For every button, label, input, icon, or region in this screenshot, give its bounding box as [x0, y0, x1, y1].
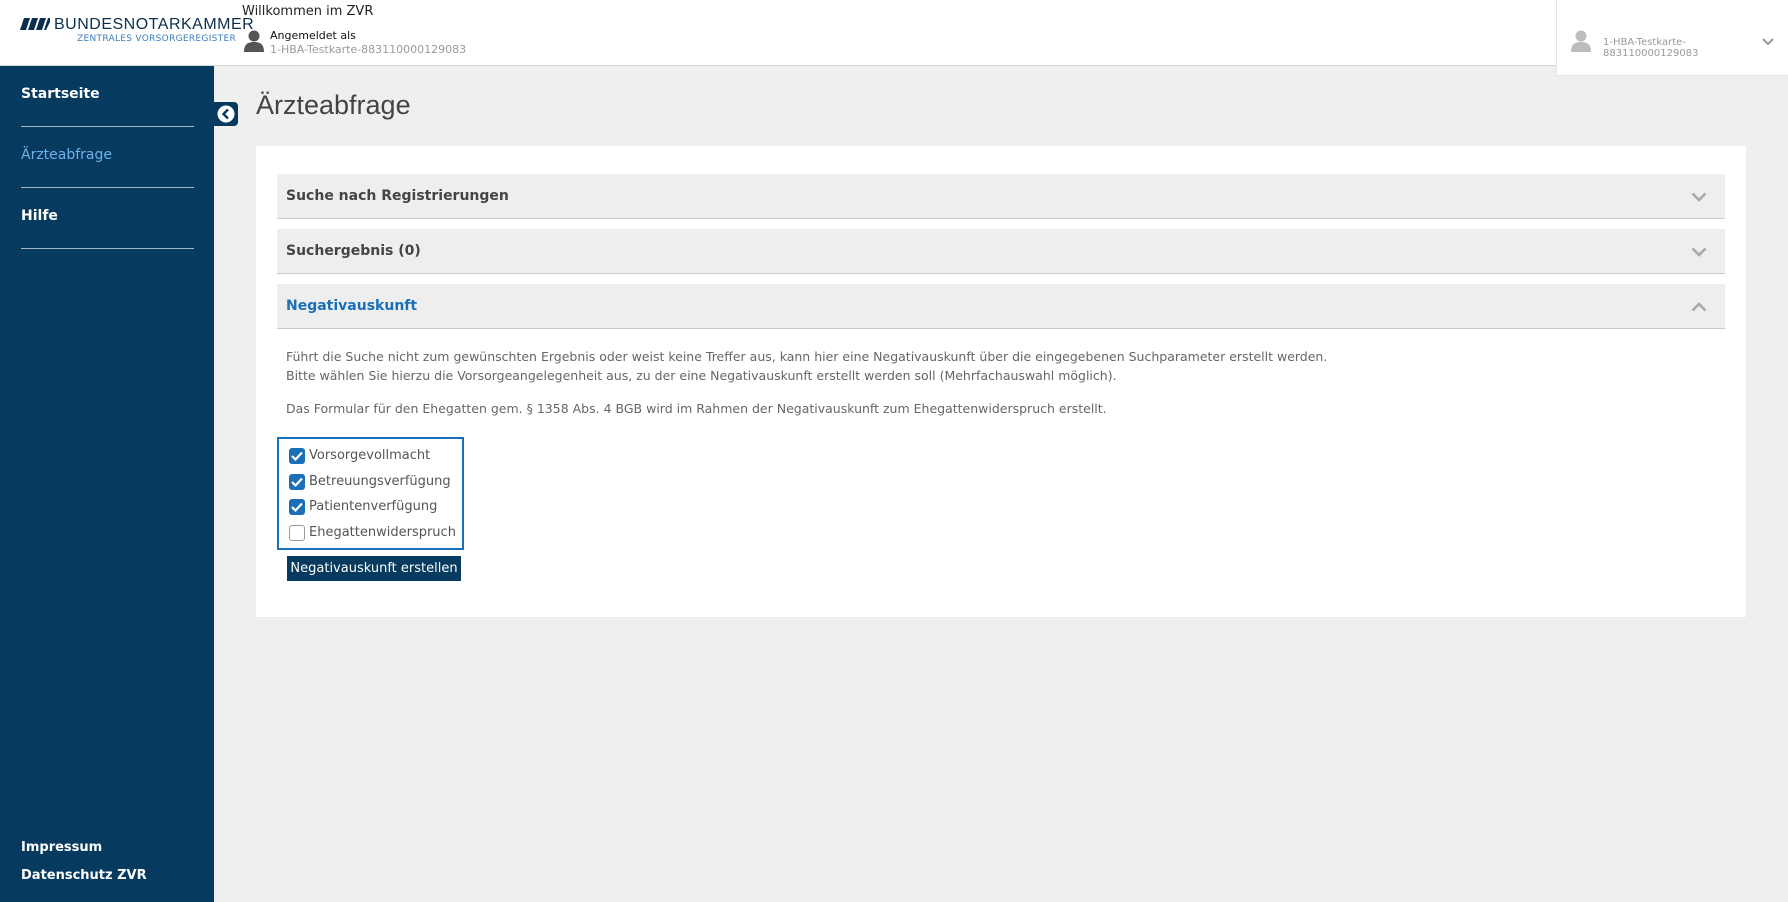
logged-in-label: Angemeldet als — [270, 29, 356, 42]
sidebar-item-label: Startseite — [21, 86, 100, 102]
app-header: BUNDESNOTARKAMMER ZENTRALES VORSORGEREGI… — [0, 0, 1788, 76]
checkbox-vorsorgevollmacht[interactable] — [289, 448, 305, 464]
accordion-header-negativauskunft[interactable]: Negativauskunft — [277, 284, 1725, 329]
sidebar-item-label: Hilfe — [21, 208, 58, 224]
user-icon — [1571, 30, 1591, 52]
footer-link-datenschutz[interactable]: Datenschutz ZVR — [21, 868, 147, 883]
brand-subtitle: ZENTRALES VORSORGEREGISTER — [77, 34, 236, 44]
chevron-down-icon[interactable] — [1762, 38, 1774, 46]
sidebar-item-aerzteabfrage[interactable]: Ärzteabfrage — [21, 127, 194, 188]
sidebar-collapse-button[interactable] — [214, 102, 238, 126]
accordion-label: Suche nach Registrierungen — [286, 188, 509, 204]
accordion-label: Negativauskunft — [286, 298, 418, 314]
user-menu-label: 1-HBA-Testkarte- 883110000129083 — [1603, 37, 1698, 59]
negativ-paragraph-line1: Führt die Suche nicht zum gewünschten Er… — [286, 349, 1328, 364]
accordion-header-suchergebnis[interactable]: Suchergebnis (0) — [277, 229, 1725, 274]
welcome-text: Willkommen im ZVR — [242, 4, 374, 19]
logo-stripes-icon — [20, 18, 50, 30]
user-menu-line1: 1-HBA-Testkarte- — [1603, 37, 1686, 48]
page-title: Ärzteabfrage — [256, 90, 411, 120]
checkmark-icon — [291, 477, 303, 487]
negativ-paragraph-ehegatten: Das Formular für den Ehegatten gem. § 13… — [286, 401, 1107, 416]
negativauskunft-erstellen-button[interactable]: Negativauskunft erstellen — [287, 556, 461, 581]
accordion-label: Suchergebnis (0) — [286, 243, 421, 259]
user-menu-line2: 883110000129083 — [1603, 48, 1699, 59]
checkbox-label: Ehegattenwiderspruch — [309, 525, 456, 540]
checkbox-label: Vorsorgevollmacht — [309, 448, 431, 463]
checkmark-icon — [291, 451, 303, 461]
sidebar-nav: Startseite Ärzteabfrage Hilfe Impressum … — [0, 66, 214, 902]
user-icon — [244, 30, 264, 52]
user-menu-dropdown[interactable]: 1-HBA-Testkarte- 883110000129083 — [1556, 0, 1788, 76]
checkbox-betreuungsverfuegung[interactable] — [289, 474, 305, 490]
checkmark-icon — [291, 502, 303, 512]
footer-link-impressum[interactable]: Impressum — [21, 840, 102, 855]
brand-name: BUNDESNOTARKAMMER — [54, 16, 255, 33]
content-card: Suche nach Registrierungen Suchergebnis … — [256, 146, 1746, 617]
sidebar-item-hilfe[interactable]: Hilfe — [21, 188, 194, 249]
checkbox-label: Betreuungsverfügung — [309, 474, 451, 489]
sidebar-item-label: Ärzteabfrage — [21, 147, 113, 163]
checkbox-label: Patientenverfügung — [309, 499, 438, 514]
accordion-header-suche[interactable]: Suche nach Registrierungen — [277, 174, 1725, 219]
logged-in-id: 1-HBA-Testkarte-883110000129083 — [270, 43, 467, 56]
negativ-paragraph-line2: Bitte wählen Sie hierzu die Vorsorgeange… — [286, 368, 1117, 383]
chevron-left-circle-icon — [217, 105, 235, 123]
checkbox-ehegattenwiderspruch[interactable] — [289, 525, 305, 541]
checkbox-patientenverfuegung[interactable] — [289, 499, 305, 515]
chevron-down-icon — [1691, 247, 1707, 257]
vorsorge-checkbox-group: Vorsorgevollmacht Betreuungsverfügung Pa… — [277, 437, 464, 550]
chevron-down-icon — [1691, 192, 1707, 202]
sidebar-item-startseite[interactable]: Startseite — [21, 66, 194, 127]
brand-logo[interactable]: BUNDESNOTARKAMMER ZENTRALES VORSORGEREGI… — [20, 16, 254, 46]
chevron-up-icon — [1691, 302, 1707, 312]
